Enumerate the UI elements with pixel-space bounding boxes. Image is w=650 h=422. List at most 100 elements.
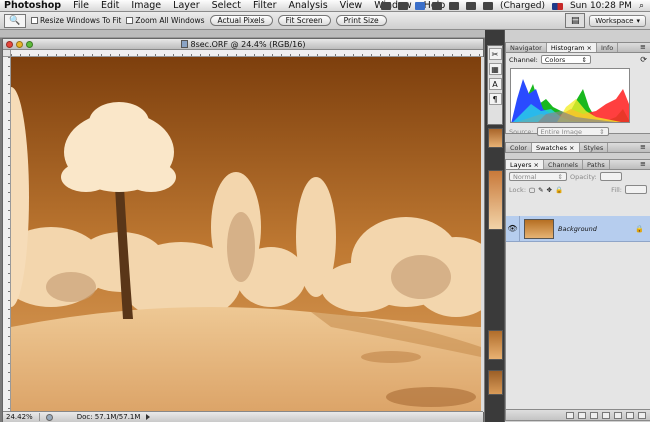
menu-edit[interactable]: Edit xyxy=(101,0,119,11)
adjustment-layer-icon[interactable] xyxy=(602,411,610,419)
trash-icon[interactable] xyxy=(638,411,646,419)
lock-icon: 🔒 xyxy=(635,224,644,233)
workspace-menu[interactable]: Workspace ▾ xyxy=(589,14,646,27)
tab-histogram[interactable]: Histogram × xyxy=(546,43,597,52)
close-tab-icon[interactable]: × xyxy=(534,161,539,169)
chevron-down-icon: ▾ xyxy=(636,16,640,25)
print-size-button[interactable]: Print Size xyxy=(335,15,387,26)
panel-menu-icon[interactable]: ≡ xyxy=(640,161,647,168)
add-mask-icon[interactable] xyxy=(590,411,598,419)
zoom-all-windows-checkbox[interactable]: Zoom All Windows xyxy=(126,16,205,25)
chevron-down-icon: ⇕ xyxy=(557,172,563,181)
histogram-graph xyxy=(510,68,630,123)
menu-analysis[interactable]: Analysis xyxy=(289,0,328,11)
menu-select[interactable]: Select xyxy=(212,0,241,11)
fill-field[interactable] xyxy=(625,185,647,194)
crop-tool-icon[interactable]: ✂ xyxy=(488,48,502,60)
refresh-icon[interactable]: ⟳ xyxy=(640,55,647,64)
tab-swatches[interactable]: Swatches × xyxy=(531,143,580,152)
infrared-park-photo xyxy=(11,57,481,412)
status-globe-icon[interactable] xyxy=(45,413,53,421)
eye-icon[interactable]: 👁 xyxy=(506,215,520,242)
source-select[interactable]: Entire Image ⇕ xyxy=(536,127,609,136)
lock-pixels-icon[interactable]: ✎ xyxy=(538,186,543,194)
menu-layer[interactable]: Layer xyxy=(173,0,200,11)
menubar-clock[interactable]: Sun 10:28 PM xyxy=(570,1,632,11)
volume-icon[interactable] xyxy=(465,2,476,10)
fit-screen-button[interactable]: Fit Screen xyxy=(277,15,331,26)
display-icon[interactable] xyxy=(380,2,391,10)
zoom-tool-icon[interactable]: 🔍 xyxy=(4,13,26,28)
options-bar: 🔍 Resize Windows To Fit Zoom All Windows… xyxy=(0,12,650,30)
status-menu-arrow-icon[interactable] xyxy=(146,414,151,420)
document-icon xyxy=(180,40,188,48)
history-tool-icon[interactable]: ▦ xyxy=(488,63,502,75)
vertical-scrollbar[interactable] xyxy=(481,57,484,412)
app-menu[interactable]: Photoshop xyxy=(4,0,61,11)
tab-color[interactable]: Color xyxy=(506,143,532,152)
tab-layers[interactable]: Layers × xyxy=(506,160,544,169)
panel-menu-icon[interactable]: ≡ xyxy=(640,144,647,151)
battery-status[interactable]: (Charged) xyxy=(500,1,545,11)
close-icon[interactable] xyxy=(6,41,13,48)
panel-menu-icon[interactable]: ≡ xyxy=(640,44,647,51)
document-titlebar[interactable]: 8sec.ORF @ 24.4% (RGB/16) xyxy=(3,39,483,50)
layer-row-background[interactable]: 👁 Background 🔒 xyxy=(506,215,650,242)
resize-windows-checkbox[interactable]: Resize Windows To Fit xyxy=(31,16,121,25)
blend-mode-select[interactable]: Normal ⇕ xyxy=(509,172,567,181)
actual-pixels-button[interactable]: Actual Pixels xyxy=(209,15,273,26)
vertical-ruler[interactable] xyxy=(3,57,11,412)
layer-name: Background xyxy=(558,224,597,233)
zoom-window-icon[interactable] xyxy=(26,41,33,48)
tool-icons: ✂ ▦ A ¶ xyxy=(487,45,503,125)
dock-thumbnail[interactable] xyxy=(488,128,503,148)
document-window: 8sec.ORF @ 24.4% (RGB/16) 24.42% Doc: 57… xyxy=(2,38,484,422)
close-tab-icon[interactable]: × xyxy=(587,44,592,52)
bluetooth-icon[interactable] xyxy=(397,2,408,10)
spotlight-icon[interactable]: ⌕ xyxy=(639,1,644,11)
save-icon[interactable] xyxy=(414,2,425,10)
lock-position-icon[interactable]: ✥ xyxy=(547,186,552,194)
document-size: Doc: 57.1M/57.1M xyxy=(76,413,141,421)
input-flag-icon[interactable] xyxy=(551,2,563,10)
battery-icon[interactable] xyxy=(482,2,493,10)
minimize-icon[interactable] xyxy=(16,41,23,48)
opacity-label: Opacity: xyxy=(570,172,597,181)
tab-navigator[interactable]: Navigator xyxy=(506,43,547,52)
menu-bar: Photoshop File Edit Image Layer Select F… xyxy=(0,0,650,12)
menu-file[interactable]: File xyxy=(73,0,89,11)
close-tab-icon[interactable]: × xyxy=(569,144,574,152)
horizontal-ruler[interactable] xyxy=(11,50,483,57)
chevron-down-icon: ⇕ xyxy=(581,55,587,64)
lock-all-icon[interactable]: 🔒 xyxy=(555,186,563,194)
image-canvas[interactable] xyxy=(11,57,481,412)
tab-channels[interactable]: Channels xyxy=(544,160,584,169)
layer-thumbnail xyxy=(524,218,554,239)
ruler-origin[interactable] xyxy=(3,50,11,57)
layers-footer xyxy=(506,409,650,420)
menu-image[interactable]: Image xyxy=(131,0,161,11)
dock-thumbnail[interactable] xyxy=(488,370,503,395)
layer-style-icon[interactable] xyxy=(578,411,586,419)
menu-filter[interactable]: Filter xyxy=(253,0,277,11)
palette-well-icon[interactable]: ▤ xyxy=(565,13,586,28)
dock-thumbnail[interactable] xyxy=(488,170,503,230)
new-group-icon[interactable] xyxy=(614,411,622,419)
character-tool-icon[interactable]: A xyxy=(488,78,502,90)
tab-styles[interactable]: Styles xyxy=(580,143,609,152)
channel-label: Channel: xyxy=(509,55,538,64)
tab-info[interactable]: Info xyxy=(597,43,619,52)
opacity-field[interactable] xyxy=(599,172,622,181)
menu-extras: (Charged) Sun 10:28 PM ⌕ xyxy=(380,0,644,12)
menu-view[interactable]: View xyxy=(340,0,363,11)
wifi-icon[interactable] xyxy=(448,2,459,10)
dock-thumbnail[interactable] xyxy=(488,330,503,360)
clock-icon[interactable] xyxy=(431,2,442,10)
new-layer-icon[interactable] xyxy=(626,411,634,419)
lock-transparent-icon[interactable]: ▢ xyxy=(529,186,535,194)
channel-select[interactable]: Colors ⇕ xyxy=(540,55,591,64)
tab-paths[interactable]: Paths xyxy=(583,160,610,169)
link-layers-icon[interactable] xyxy=(566,411,574,419)
zoom-level[interactable]: 24.42% xyxy=(6,413,40,421)
paragraph-tool-icon[interactable]: ¶ xyxy=(488,93,502,105)
